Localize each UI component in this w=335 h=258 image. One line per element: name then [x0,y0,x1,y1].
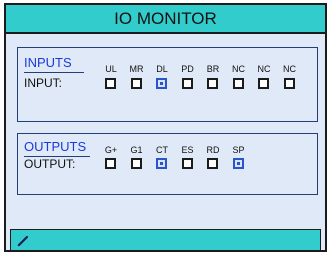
outputs-checkbox[interactable] [156,158,167,169]
outputs-channel-label: CT [156,145,168,155]
status-bar [10,229,321,251]
inputs-channel-label: NC [257,64,271,74]
inputs-channel-label: MR [129,64,144,74]
inputs-channel-label: NC [232,64,245,74]
outputs-channel-label: SP [232,145,245,155]
outputs-channel-label: ES [181,145,194,155]
inputs-heading: INPUTS [24,55,72,70]
inputs-checkbox[interactable] [258,78,269,89]
outputs-checkbox[interactable] [130,158,142,169]
input-row-label: INPUT: [24,76,63,90]
inputs-checkbox[interactable] [232,78,244,89]
inputs-channel-label: NC [283,64,296,74]
outputs-heading: OUTPUTS [24,139,87,154]
inputs-group: INPUTS INPUT: UL MR DL PD BR NC NC NC [17,47,318,122]
inputs-channel-label: BR [206,64,220,74]
outputs-checkbox[interactable] [181,158,193,169]
outputs-checkbox[interactable] [207,158,218,169]
title-bar: IO MONITOR [6,5,325,34]
outputs-group: OUTPUTS OUTPUT: G+ G1 CT ES RD SP [17,133,318,195]
window-title: IO MONITOR [114,8,217,28]
inputs-channel-label: PD [181,64,194,74]
outputs-channel-label: G+ [104,145,118,155]
inputs-checkbox[interactable] [181,78,193,89]
inputs-channel-label: DL [156,64,168,74]
inputs-checkbox[interactable] [156,78,167,89]
inputs-checkbox[interactable] [207,78,218,89]
outputs-channel-label: RD [206,145,220,155]
inputs-checkbox[interactable] [105,78,116,89]
outputs-channel-label: G1 [130,145,143,155]
outputs-checkbox[interactable] [105,158,116,169]
output-row-label: OUTPUT: [24,157,76,171]
pencil-icon[interactable] [17,234,29,252]
inputs-checkbox[interactable] [283,78,295,89]
inputs-checkbox[interactable] [130,78,142,89]
inputs-heading-rule [24,72,84,73]
inputs-channel-label: UL [105,64,117,74]
outputs-checkbox[interactable] [232,158,244,169]
io-monitor-window: IO MONITOR INPUTS INPUT: UL MR DL PD BR NC NC N… [4,3,327,252]
